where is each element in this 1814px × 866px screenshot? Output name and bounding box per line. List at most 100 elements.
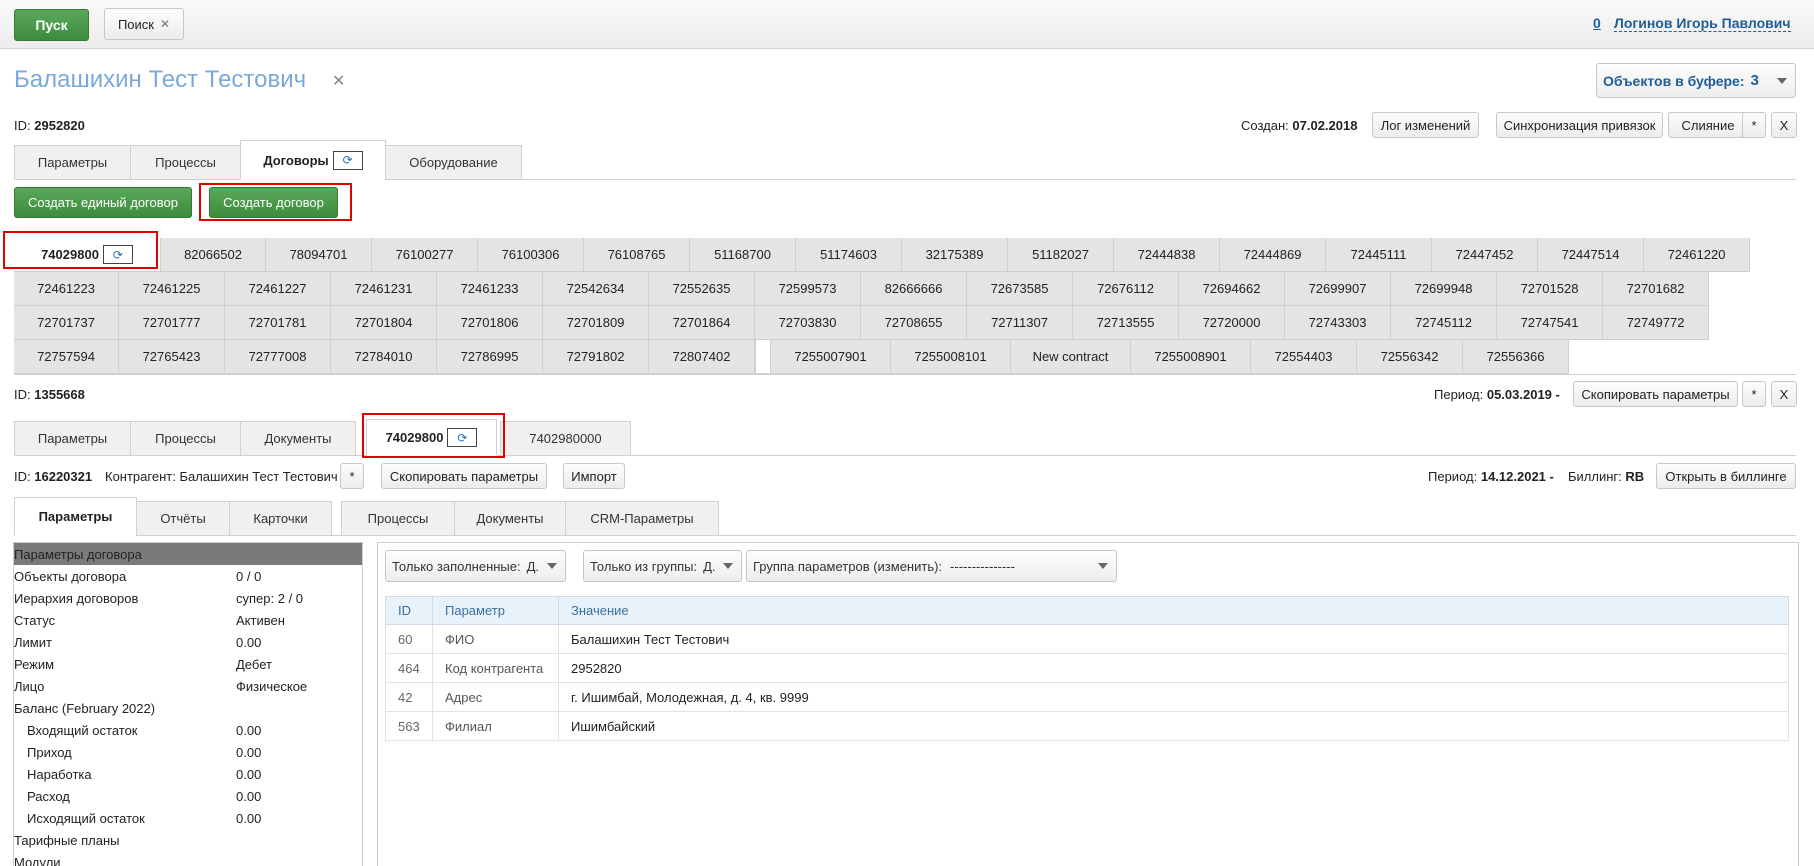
refresh-icon[interactable]: ⟳ [332,150,363,170]
close-customer-button[interactable]: X [1771,112,1797,138]
tab-processes[interactable]: Процессы [130,145,241,180]
contract-tab[interactable]: 72444838 [1114,238,1220,272]
contract-tab[interactable]: 72807402 [649,340,755,374]
contract-tab[interactable]: 72747541 [1497,306,1603,340]
tab-sub-crm-params[interactable]: CRM-Параметры [565,501,719,536]
contract-tab[interactable]: 72757594 [14,340,119,374]
tab-contract-documents[interactable]: Документы [240,421,356,456]
contract-tab[interactable]: 72777008 [225,340,331,374]
star-button[interactable]: * [1742,381,1766,407]
contract-tab[interactable]: 72701804 [331,306,437,340]
contract-tab[interactable]: 72461231 [331,272,437,306]
contract-tab[interactable]: 72447452 [1432,238,1538,272]
open-billing-button[interactable]: Открыть в биллинге [1656,463,1796,489]
create-single-contract-button[interactable]: Создать единый договор [14,187,192,218]
tab-contract-processes[interactable]: Процессы [130,421,241,456]
star-button[interactable]: * [340,463,364,489]
contract-tab[interactable]: 72461220 [1644,238,1750,272]
contract-tab[interactable]: 72461225 [119,272,225,306]
contract-tab[interactable]: 72673585 [967,272,1073,306]
buffer-dropdown[interactable]: Объектов в буфере: 3 [1596,63,1796,98]
contract-tab[interactable]: 72542634 [543,272,649,306]
create-contract-button[interactable]: Создать договор [209,187,338,218]
table-row[interactable]: 60 ФИО Балашихин Тест Тестович [385,624,1789,654]
contract-tab-empty[interactable] [755,340,771,374]
contract-tab[interactable]: 72701528 [1497,272,1603,306]
col-value[interactable]: Значение [558,596,1789,625]
contract-tab[interactable]: 72701737 [14,306,119,340]
contract-tab[interactable]: 72765423 [119,340,225,374]
contract-tab[interactable]: 76108765 [584,238,690,272]
contract-tab[interactable]: 72701781 [225,306,331,340]
tab-contract-parameters[interactable]: Параметры [14,421,131,456]
contract-tab[interactable]: 72720000 [1179,306,1285,340]
contract-tab[interactable]: 78094701 [266,238,372,272]
contract-tab[interactable]: 72461223 [14,272,119,306]
close-title-icon[interactable]: ✕ [332,71,345,91]
contract-tab[interactable]: 72552635 [649,272,755,306]
contract-tab[interactable]: 72556342 [1357,340,1463,374]
contract-tab[interactable]: 32175389 [902,238,1008,272]
contract-tab[interactable]: 72784010 [331,340,437,374]
contract-tab[interactable]: 72713555 [1073,306,1179,340]
change-log-button[interactable]: Лог изменений [1372,112,1479,138]
contract-tab[interactable]: 72791802 [543,340,649,374]
copy-params-button[interactable]: Скопировать параметры [1573,381,1738,407]
close-contract-button[interactable]: X [1771,381,1797,407]
table-row[interactable]: 464 Код контрагента 2952820 [385,653,1789,683]
contract-tab[interactable]: 72701864 [649,306,755,340]
tab-sub-documents[interactable]: Документы [454,501,566,536]
tab-sub-processes[interactable]: Процессы [341,501,455,536]
close-icon[interactable]: ✕ [160,17,170,31]
contract-tab[interactable]: 72554403 [1251,340,1357,374]
tab-equipment[interactable]: Оборудование [385,145,522,180]
tab-sub-parameters[interactable]: Параметры [14,497,137,536]
import-button[interactable]: Импорт [563,463,625,489]
search-tab[interactable]: Поиск ✕ [104,8,184,40]
contract-tab[interactable]: 72749772 [1603,306,1709,340]
merge-button[interactable]: Слияние [1668,112,1748,138]
contract-tab[interactable]: 51174603 [796,238,902,272]
contract-tab[interactable]: 72708655 [861,306,967,340]
contract-tab[interactable]: 72461233 [437,272,543,306]
tab-subcontract-7402980000[interactable]: 7402980000 [500,421,631,456]
col-param[interactable]: Параметр [432,596,559,625]
only-group-select[interactable]: Только из группы: Д. [583,550,742,582]
user-name-link[interactable]: Логинов Игорь Павлович [1614,15,1791,32]
contract-tab[interactable]: 7255008101 [891,340,1011,374]
tab-parameters[interactable]: Параметры [14,145,131,180]
contract-tab[interactable]: 7255007901 [771,340,891,374]
contract-tab[interactable]: 51168700 [690,238,796,272]
contract-tab[interactable]: 82666666 [861,272,967,306]
contract-tab[interactable]: 76100306 [478,238,584,272]
table-row[interactable]: 42 Адрес г. Ишимбай, Молодежная, д. 4, кв.… [385,682,1789,712]
col-id[interactable]: ID [385,596,433,625]
contract-tab[interactable]: 72599573 [755,272,861,306]
contract-tab[interactable]: 76100277 [372,238,478,272]
contract-tab[interactable]: 72447514 [1538,238,1644,272]
start-button[interactable]: Пуск [14,9,89,41]
contract-tab[interactable]: 72694662 [1179,272,1285,306]
contract-tab[interactable]: 72743303 [1285,306,1391,340]
copy-params-button[interactable]: Скопировать параметры [381,463,547,489]
tab-contracts[interactable]: Договоры ⟳ [240,140,386,180]
contract-tab[interactable]: 51182027 [1008,238,1114,272]
sync-bindings-button[interactable]: Синхронизация привязок [1496,112,1663,138]
contract-tab[interactable]: 7255008901 [1131,340,1251,374]
contract-tab[interactable]: 72701777 [119,306,225,340]
contract-tab[interactable]: 72461227 [225,272,331,306]
contract-tab[interactable]: 72701682 [1603,272,1709,306]
contract-tab[interactable]: 72699948 [1391,272,1497,306]
tab-sub-reports[interactable]: Отчёты [136,501,230,536]
contract-tab[interactable]: 72445111 [1326,238,1432,272]
param-group-select[interactable]: Группа параметров (изменить): ----------… [746,550,1117,582]
table-row[interactable]: 563 Филиал Ишимбайский [385,711,1789,741]
tab-sub-cards[interactable]: Карточки [229,501,332,536]
contract-tab[interactable]: 72703830 [755,306,861,340]
contract-tab[interactable]: 72711307 [967,306,1073,340]
contract-tab[interactable]: 72745112 [1391,306,1497,340]
contract-tab[interactable]: 72676112 [1073,272,1179,306]
contract-tab[interactable]: 72701809 [543,306,649,340]
contract-tab[interactable]: 72699907 [1285,272,1391,306]
contract-tab[interactable]: New contract [1011,340,1131,374]
